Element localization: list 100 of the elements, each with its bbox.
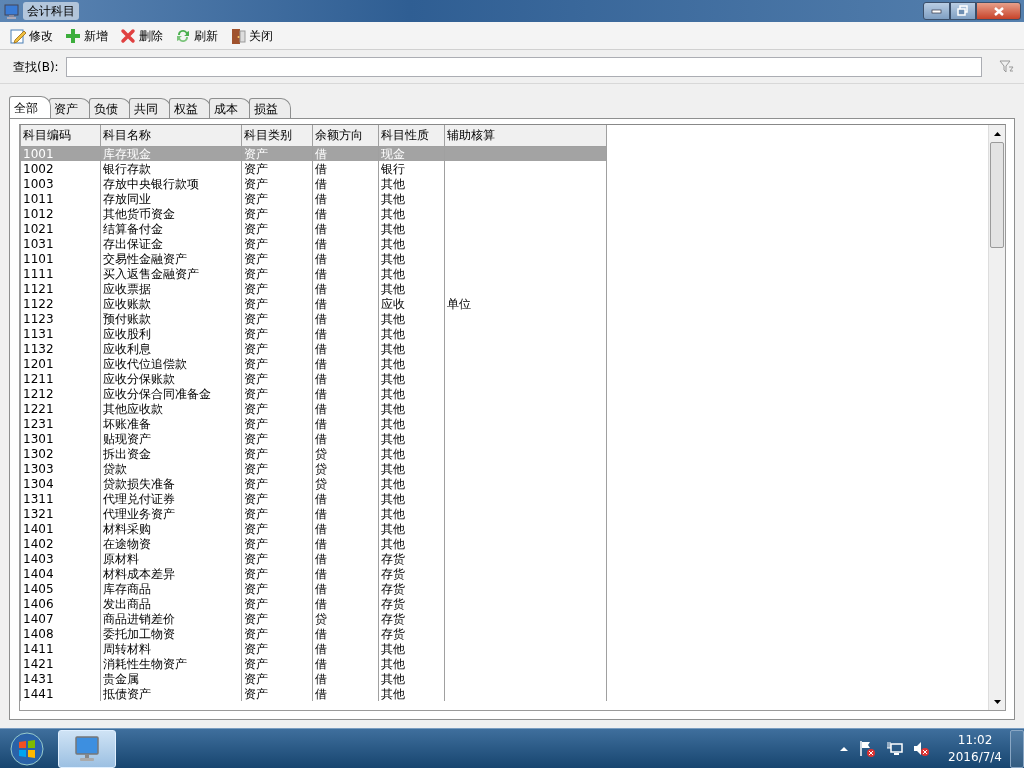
tab[interactable]: 资产 <box>49 98 91 118</box>
table-cell: 资产 <box>241 176 313 191</box>
restore-button[interactable] <box>950 2 976 20</box>
tab[interactable]: 共同 <box>129 98 171 118</box>
table-cell: 1421 <box>20 656 101 671</box>
table-cell: 借 <box>312 686 379 701</box>
table-cell: 1411 <box>20 641 101 656</box>
table-cell: 资产 <box>241 206 313 221</box>
toolbar-button[interactable]: 关闭 <box>228 26 275 45</box>
table-cell: 其他 <box>378 686 445 701</box>
monitor-icon <box>4 3 19 19</box>
clock-date[interactable]: 2016/7/4 <box>948 748 1002 766</box>
column-header[interactable]: 科目性质 <box>378 125 445 146</box>
tab[interactable]: 负债 <box>89 98 131 118</box>
table-cell: 资产 <box>241 221 313 236</box>
table-cell: 抵债资产 <box>100 686 242 701</box>
table-cell: 代理业务资产 <box>100 506 242 521</box>
flag-icon[interactable] <box>859 740 877 757</box>
scroll-up-icon[interactable] <box>992 129 1002 138</box>
tab[interactable]: 全部 <box>9 96 51 118</box>
table-cell: 应收代位追偿款 <box>100 356 242 371</box>
table-cell: 资产 <box>241 401 313 416</box>
clock-time[interactable]: 11:02 <box>948 731 1002 749</box>
table-cell: 借 <box>312 341 379 356</box>
door-icon <box>230 27 246 44</box>
column-header[interactable]: 辅助核算 <box>444 125 607 146</box>
taskbar-app-button[interactable] <box>58 729 116 768</box>
table-cell: 资产 <box>241 596 313 611</box>
table-cell: 资产 <box>241 566 313 581</box>
restore-icon <box>957 5 969 17</box>
close-icon <box>992 5 1005 17</box>
minimize-button[interactable] <box>923 2 950 20</box>
column-header[interactable]: 科目名称 <box>100 125 242 146</box>
table-cell: 1211 <box>20 371 101 386</box>
table-cell: 1403 <box>20 551 101 566</box>
scroll-down-icon[interactable] <box>992 697 1002 706</box>
table-cell: 其他 <box>378 491 445 506</box>
table-cell: 借 <box>312 191 379 206</box>
show-desktop-button[interactable] <box>1010 729 1024 768</box>
table-cell: 资产 <box>241 386 313 401</box>
toolbar-button[interactable]: 刷新 <box>173 26 220 45</box>
table-cell: 贷 <box>312 446 379 461</box>
table-cell: 其他 <box>378 341 445 356</box>
tab[interactable]: 权益 <box>169 98 211 118</box>
table-cell: 资产 <box>241 281 313 296</box>
speaker-muted-icon[interactable] <box>913 740 931 757</box>
table-cell: 1121 <box>20 281 101 296</box>
table-cell: 其他 <box>378 671 445 686</box>
window-title: 会计科目 <box>23 2 79 20</box>
table-cell: 贷款 <box>100 461 242 476</box>
table-cell: 其他货币资金 <box>100 206 242 221</box>
table-cell: 银行 <box>378 161 445 176</box>
table-cell: 交易性金融资产 <box>100 251 242 266</box>
tab[interactable]: 损益 <box>249 98 291 118</box>
table-cell: 资产 <box>241 491 313 506</box>
table-cell: 借 <box>312 221 379 236</box>
search-field[interactable] <box>65 56 982 77</box>
table-cell: 资产 <box>241 296 313 311</box>
table-cell: 1311 <box>20 491 101 506</box>
table-cell: 借 <box>312 176 379 191</box>
scroll-thumb[interactable] <box>990 142 1004 248</box>
table-cell: 其他 <box>378 476 445 491</box>
column-header[interactable]: 科目类别 <box>241 125 313 146</box>
scrollbar[interactable] <box>988 125 1005 710</box>
table-cell: 借 <box>312 296 379 311</box>
table-cell: 存放同业 <box>100 191 242 206</box>
table-cell: 1021 <box>20 221 101 236</box>
table-cell: 1031 <box>20 236 101 251</box>
table-cell: 资产 <box>241 266 313 281</box>
table-cell: 1301 <box>20 431 101 446</box>
toolbar-button[interactable]: 新增 <box>63 26 110 45</box>
toolbar-button[interactable]: 删除 <box>118 26 165 45</box>
table-cell: 贵金属 <box>100 671 242 686</box>
table-cell: 资产 <box>241 656 313 671</box>
monitor-icon[interactable] <box>73 734 101 763</box>
table-cell: 1321 <box>20 506 101 521</box>
close-button[interactable] <box>976 2 1021 20</box>
table-cell: 1221 <box>20 401 101 416</box>
table-cell: 存货 <box>378 596 445 611</box>
column-header[interactable]: 余额方向 <box>312 125 379 146</box>
tab[interactable]: 成本 <box>209 98 251 118</box>
table-cell: 1132 <box>20 341 101 356</box>
table-cell: 委托加工物资 <box>100 626 242 641</box>
table-cell: 1304 <box>20 476 101 491</box>
table-cell: 存放中央银行款项 <box>100 176 242 191</box>
table-cell: 资产 <box>241 686 313 701</box>
show-hidden-icons-icon[interactable] <box>839 744 850 753</box>
column-header[interactable]: 科目编码 <box>20 125 101 146</box>
table-cell: 1122 <box>20 296 101 311</box>
table-cell: 应收分保账款 <box>100 371 242 386</box>
table-cell: 1302 <box>20 446 101 461</box>
table-cell: 结算备付金 <box>100 221 242 236</box>
table-cell: 1012 <box>20 206 101 221</box>
table-cell: 资产 <box>241 236 313 251</box>
toolbar-button[interactable]: 修改 <box>8 26 55 45</box>
table-cell: 借 <box>312 671 379 686</box>
table-cell: 其他 <box>378 326 445 341</box>
network-icon[interactable] <box>886 740 904 757</box>
minimize-icon <box>931 7 942 15</box>
table-cell: 其他 <box>378 431 445 446</box>
